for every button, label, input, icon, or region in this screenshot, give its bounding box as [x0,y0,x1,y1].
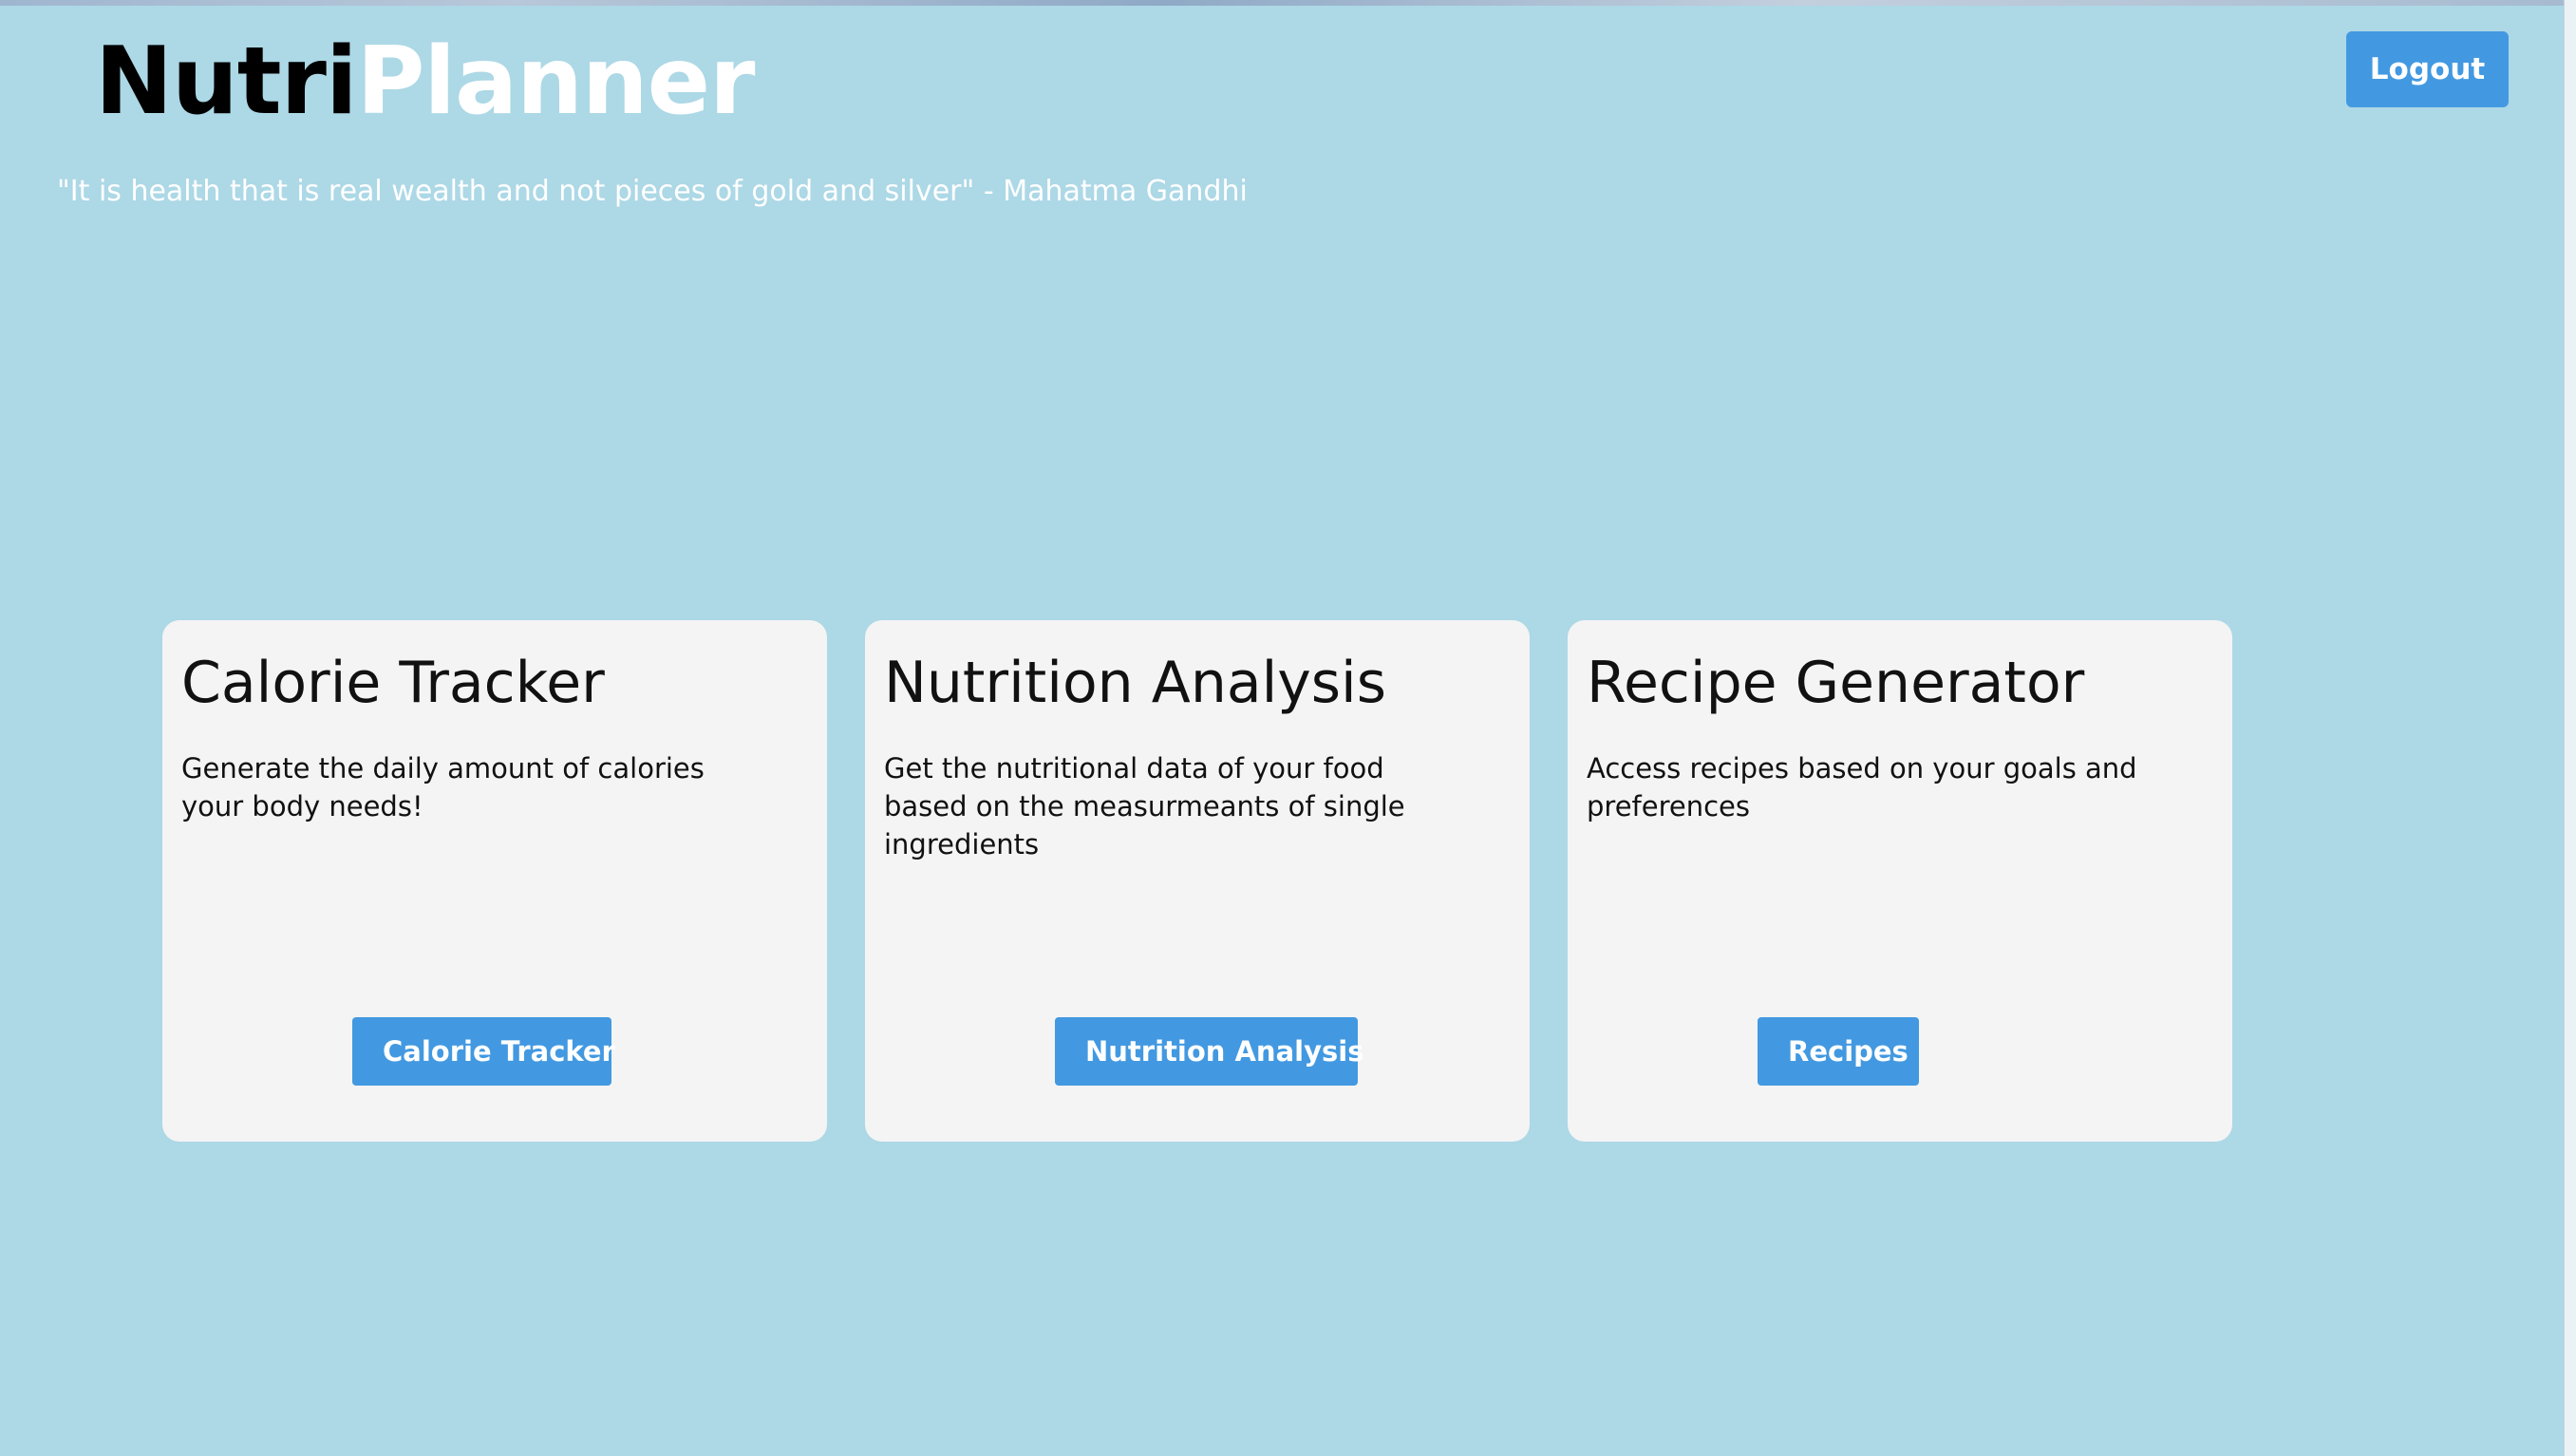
calorie-tracker-button[interactable]: Calorie Tracker [352,1017,615,1086]
app-logo: NutriPlanner [95,25,756,139]
recipes-button[interactable]: Recipes [1758,1017,1919,1086]
browser-top-strip [0,0,2576,6]
card-title: Calorie Tracker [181,650,605,716]
card-description: Generate the daily amount of calories yo… [181,752,705,823]
card-title: Recipe Generator [1587,650,2085,716]
logo-text-planner: Planner [356,28,756,136]
vertical-scrollbar[interactable] [2564,0,2576,1456]
nutrition-analysis-card: Nutrition Analysis Get the nutritional d… [865,620,1530,1142]
logo-text-nutri: Nutri [95,28,358,136]
recipe-generator-card: Recipe Generator Access recipes based on… [1568,620,2232,1142]
health-quote: "It is health that is real wealth and no… [57,175,1248,208]
calorie-tracker-card: Calorie Tracker Generate the daily amoun… [162,620,827,1142]
card-description: Access recipes based on your goals and p… [1587,752,2137,823]
logout-button[interactable]: Logout [2346,31,2509,107]
card-title: Nutrition Analysis [884,650,1386,716]
nutrition-analysis-button[interactable]: Nutrition Analysis [1055,1017,1363,1086]
card-description: Get the nutritional data of your food ba… [884,752,1405,860]
